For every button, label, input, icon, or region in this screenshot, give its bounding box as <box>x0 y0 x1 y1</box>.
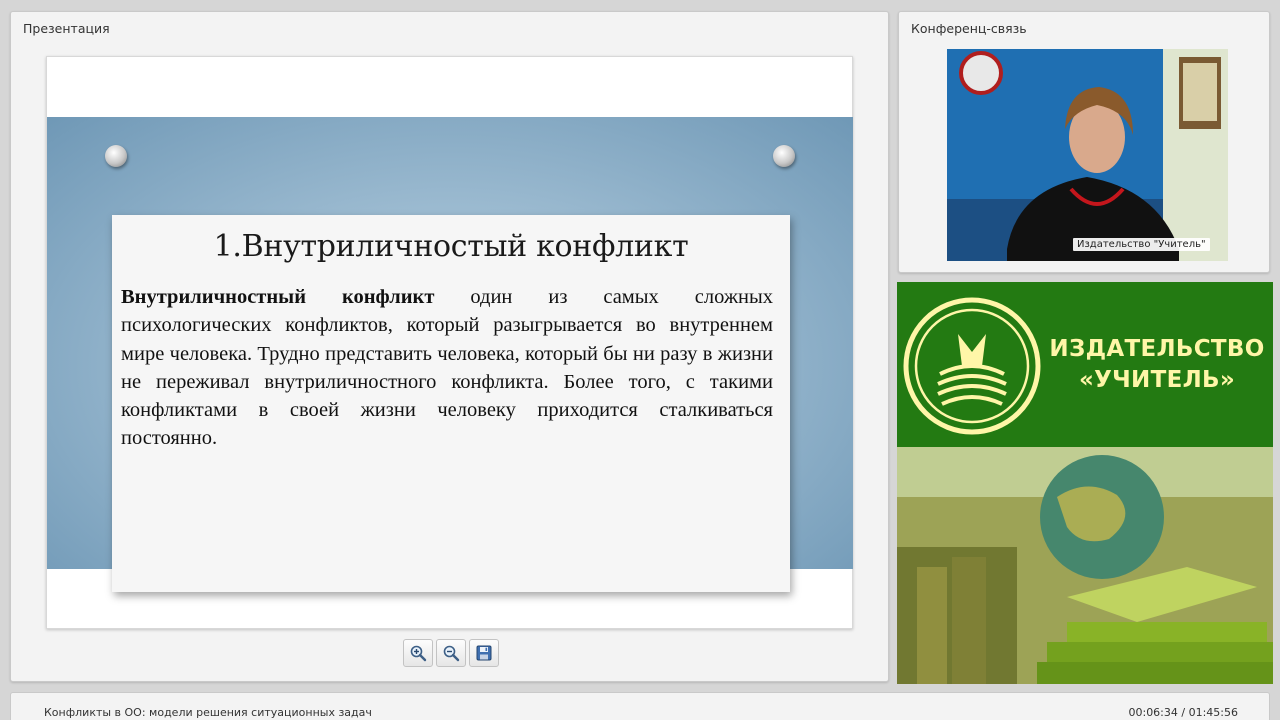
publisher-name-line2: «УЧИТЕЛЬ» <box>1078 367 1236 393</box>
publisher-name-line1: ИЗДАТЕЛЬСТВО <box>1049 336 1265 362</box>
player-status-bar: Конфликты в ОО: модели решения ситуацион… <box>10 692 1270 720</box>
video-frame-image <box>947 49 1228 261</box>
slide-background: 1.Внутриличностый конфликт Внутриличност… <box>47 117 853 592</box>
save-icon <box>476 645 492 661</box>
slide-heading: 1.Внутриличностый конфликт <box>213 229 689 264</box>
slide-viewer[interactable]: 1.Внутриличностый конфликт Внутриличност… <box>46 56 853 629</box>
slide-term: Внутриличностный конфликт <box>121 286 435 308</box>
books-globe-illustration <box>897 447 1273 684</box>
presentation-panel: Презентация 1.Внутриличностый конфликт В… <box>10 11 889 682</box>
publisher-name: ИЗДАТЕЛЬСТВО «УЧИТЕЛЬ» <box>1047 334 1267 396</box>
zoom-in-button[interactable] <box>403 639 433 667</box>
zoom-in-icon <box>410 645 427 662</box>
slide-toolbar <box>403 639 499 667</box>
slide-paper: 1.Внутриличностый конфликт Внутриличност… <box>112 215 790 592</box>
publisher-logo-icon <box>903 297 1041 435</box>
course-title: Конфликты в ОО: модели решения ситуацион… <box>44 706 372 719</box>
video-feed[interactable]: Издательство "Учитель" <box>947 49 1228 261</box>
conference-panel: Конференц-связь Издательство "Учитель" <box>898 11 1270 273</box>
slide-body: Внутриличностный конфликт один из самых … <box>121 283 773 453</box>
brand-banner: ИЗДАТЕЛЬСТВО «УЧИТЕЛЬ» <box>897 282 1273 684</box>
zoom-out-button[interactable] <box>436 639 466 667</box>
pin-left-icon <box>105 145 127 167</box>
video-caption: Издательство "Учитель" <box>1073 238 1210 251</box>
playback-time: 00:06:34 / 01:45:56 <box>1128 706 1238 719</box>
zoom-out-icon <box>443 645 460 662</box>
presentation-panel-title: Презентация <box>23 21 110 36</box>
conference-panel-title: Конференц-связь <box>911 21 1027 36</box>
brand-header: ИЗДАТЕЛЬСТВО «УЧИТЕЛЬ» <box>897 282 1273 447</box>
save-button[interactable] <box>469 639 499 667</box>
slide-text: один из самых сложных психологических ко… <box>121 286 773 450</box>
pin-right-icon <box>773 145 795 167</box>
books-globe-image <box>897 447 1273 684</box>
